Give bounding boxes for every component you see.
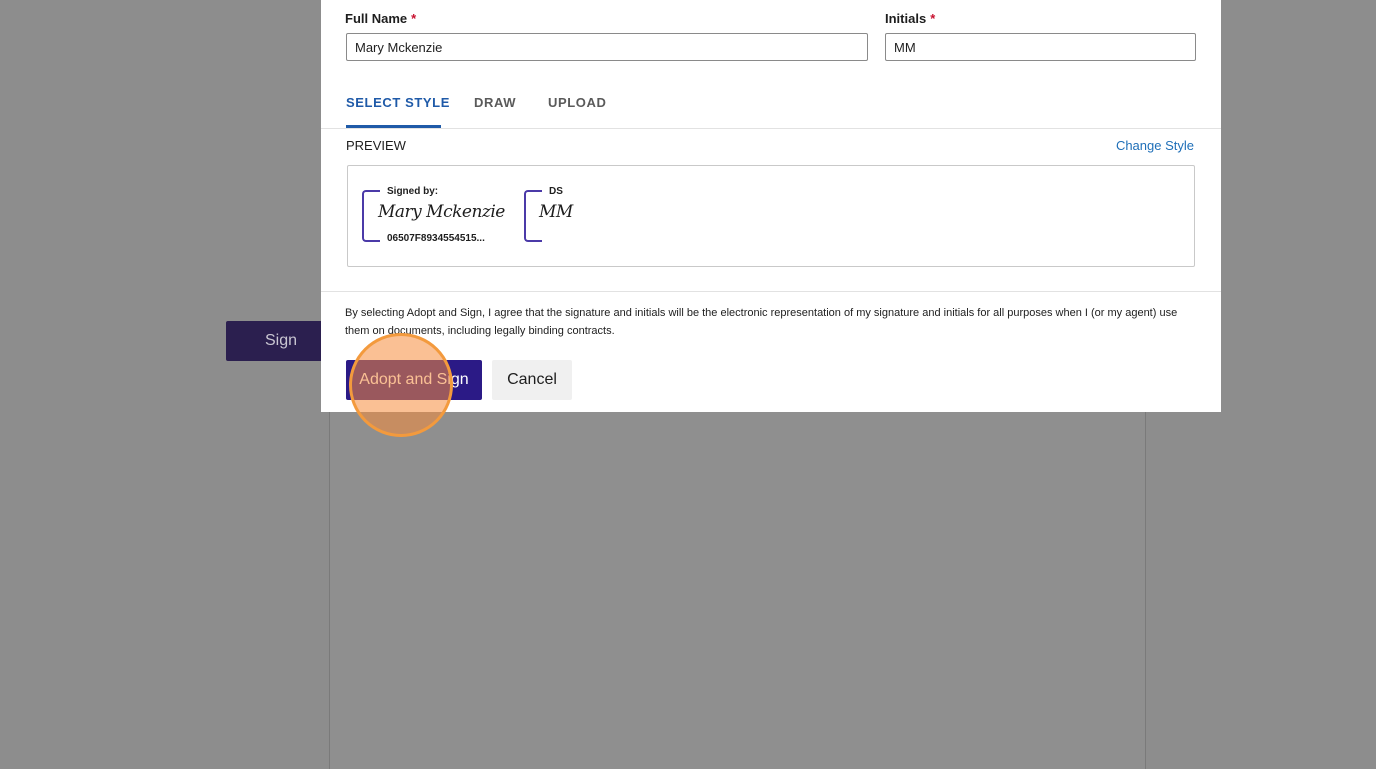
background-sign-button: Sign [226, 321, 336, 361]
change-style-link[interactable]: Change Style [1116, 138, 1194, 153]
initials-script: MM [539, 202, 573, 222]
initials-input[interactable] [885, 33, 1196, 61]
full-name-input[interactable] [346, 33, 868, 61]
required-marker: * [930, 11, 936, 26]
legal-consent-text: By selecting Adopt and Sign, I agree tha… [345, 307, 1178, 337]
background-sign-label: Sign [264, 332, 298, 349]
cancel-button[interactable]: Cancel [492, 360, 572, 400]
document-page [329, 400, 1146, 769]
signature-id: 06507F8934554515... [387, 233, 485, 244]
preview-label: PREVIEW [346, 138, 406, 153]
initials-label: Initials * [885, 11, 936, 26]
signature-title: Signed by: [387, 186, 439, 197]
tab-select-style[interactable]: SELECT STYLE [346, 95, 450, 110]
signature-preview-box: Signed by: Mary Mckenzie 06507F893455451… [347, 165, 1195, 267]
initials-title: DS [549, 186, 563, 197]
required-marker: * [411, 11, 417, 26]
signature-style-tabs: SELECT STYLE DRAW UPLOAD [321, 88, 1221, 129]
tab-upload[interactable]: UPLOAD [548, 95, 607, 110]
footer-divider [321, 291, 1221, 292]
active-tab-indicator [346, 125, 441, 128]
adopt-and-sign-button[interactable]: Adopt and Sign [346, 360, 482, 400]
full-name-label: Full Name * [345, 11, 417, 26]
signature-script: Mary Mckenzie [378, 202, 505, 222]
tab-draw[interactable]: DRAW [474, 95, 516, 110]
adopt-signature-dialog: Full Name* Initials* SELECT STYLE DRAW U… [321, 0, 1221, 412]
